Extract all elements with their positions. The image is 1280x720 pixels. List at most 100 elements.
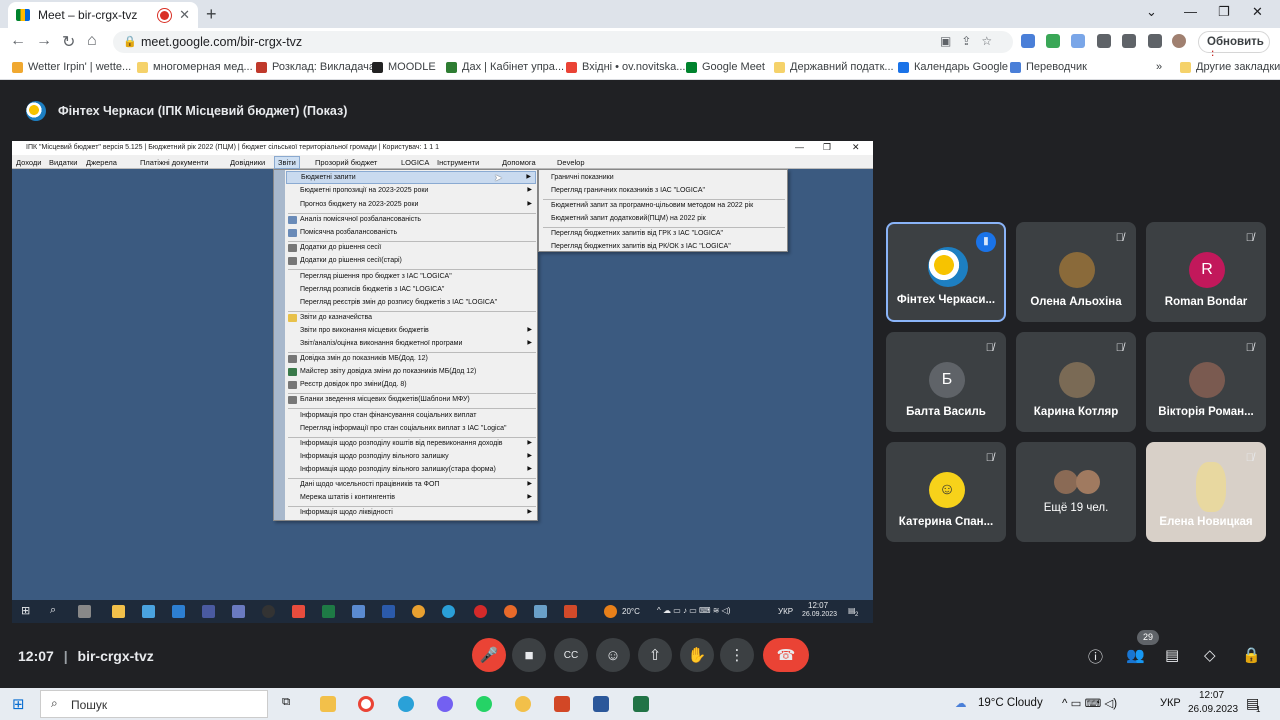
mic-off-icon: 🎙̸ bbox=[1245, 342, 1254, 354]
bookmark-item[interactable]: Дах | Кабінет упра... bbox=[446, 61, 564, 73]
participant-name: Олена Альохіна bbox=[1030, 296, 1122, 308]
more-options-button[interactable]: ⋮ bbox=[720, 638, 754, 672]
budget-requests-submenu: Граничні показники Перегляд граничних по… bbox=[538, 169, 788, 252]
presenter-logo-icon bbox=[26, 101, 46, 121]
app-menu-item: LOGICA bbox=[401, 158, 430, 167]
shared-start-icon: ⊞ bbox=[21, 605, 31, 617]
extension-icon[interactable] bbox=[1021, 34, 1035, 48]
bookmark-item[interactable]: Переводчик bbox=[1010, 61, 1087, 73]
menu-item: Майстер звіту довідка зміни до показникі… bbox=[286, 366, 536, 379]
menu-item: Дані щодо чисельності працівників та ФОП… bbox=[300, 481, 532, 488]
update-button[interactable]: Обновить ⋮ bbox=[1198, 31, 1270, 62]
file-explorer-icon[interactable] bbox=[320, 696, 336, 712]
raise-hand-button[interactable]: ✋ bbox=[680, 638, 714, 672]
tab-search-icon[interactable]: ⌄ bbox=[1146, 4, 1157, 20]
translate-extension-icon[interactable] bbox=[1071, 34, 1085, 48]
language-indicator[interactable]: УКР bbox=[1160, 697, 1181, 709]
bookmark-item[interactable]: Вхідні • ov.novitska... bbox=[566, 61, 685, 73]
chat-icon[interactable]: ▤ bbox=[1165, 646, 1179, 664]
maximize-icon[interactable]: ❐ bbox=[1218, 4, 1230, 20]
tab-title: Meet – bir-crgx-tvz bbox=[38, 8, 138, 22]
present-screen-icon: ⇧ bbox=[648, 647, 662, 664]
people-icon[interactable]: 👥 bbox=[1126, 646, 1145, 664]
participant-tile[interactable]: 🎙̸ ☺ Катерина Спан... bbox=[886, 442, 1006, 542]
close-tab-icon[interactable]: ✕ bbox=[179, 7, 190, 23]
bookmark-item[interactable]: Google Meet bbox=[686, 61, 765, 73]
browser-tab[interactable]: Meet – bir-crgx-tvz ✕ bbox=[8, 2, 198, 28]
participant-tile[interactable]: 🎙̸ Вікторія Роман... bbox=[1146, 332, 1266, 432]
clock-date[interactable]: 26.09.2023 bbox=[1188, 704, 1238, 715]
mic-toggle-button[interactable]: 🎤 bbox=[472, 638, 506, 672]
address-bar[interactable]: 🔒 meet.google.com/bir-crgx-tvz bbox=[113, 31, 1013, 53]
menu-item: Перегляд рішення про бюджет з ІАС "LOGIC… bbox=[300, 273, 452, 280]
puzzle-icon[interactable] bbox=[1097, 34, 1111, 48]
browser-tab-strip: Meet – bir-crgx-tvz ✕ + ⌄ — ❐ ✕ bbox=[0, 0, 1280, 28]
other-bookmarks[interactable]: Другие закладки bbox=[1180, 61, 1280, 73]
more-participants-tile[interactable]: Ещё 19 чел. bbox=[1016, 442, 1136, 542]
shared-app-icon bbox=[504, 605, 517, 618]
leave-call-button[interactable]: ☎ bbox=[763, 638, 809, 672]
host-controls-icon[interactable]: 🔒 bbox=[1242, 646, 1261, 664]
app-menu-item: Платіжні документи bbox=[140, 158, 209, 167]
shared-app-icon bbox=[112, 605, 125, 618]
new-tab-icon[interactable]: + bbox=[206, 4, 217, 25]
reactions-button[interactable]: ☺ bbox=[596, 638, 630, 672]
participant-tile[interactable]: 🎙̸ Олена Альохіна bbox=[1016, 222, 1136, 322]
participant-tile[interactable]: 🎙̸ Карина Котляр bbox=[1016, 332, 1136, 432]
bookmark-item[interactable]: Wetter Irpin' | wette... bbox=[12, 61, 131, 73]
more-vert-icon: ⋮ bbox=[729, 647, 745, 664]
shared-taskbar: ⊞ ⌕ 20°C ^ ☁ ▭ ♪ ▭ ⌨ ≋ ◁) УКР 12:07 26.0… bbox=[12, 600, 873, 623]
bookmark-item[interactable]: Календарь Google bbox=[898, 61, 1008, 73]
excel-icon[interactable] bbox=[633, 696, 649, 712]
menu-item: Перегляд розписів бюджетів з ІАС "LOGICA… bbox=[300, 286, 445, 293]
viber-icon[interactable] bbox=[437, 696, 453, 712]
participant-tile[interactable]: 🎙̸ R Roman Bondar bbox=[1146, 222, 1266, 322]
shared-app-icon bbox=[262, 605, 275, 618]
sidepanel-icon[interactable] bbox=[1148, 34, 1162, 48]
back-icon[interactable]: ← bbox=[10, 32, 26, 50]
omnibox-actions-icon[interactable]: ▣⇪☆ bbox=[940, 34, 1002, 48]
shared-app-icon bbox=[412, 605, 425, 618]
app-menu-item: Develop bbox=[557, 158, 585, 167]
taskbar-search[interactable]: ⌕ Пошук bbox=[40, 690, 268, 718]
activities-icon[interactable]: ◇ bbox=[1204, 646, 1216, 664]
tray-icons[interactable]: ^ ▭ ⌨ ◁) bbox=[1062, 696, 1117, 710]
speaking-indicator-icon: ⦀ bbox=[976, 232, 996, 252]
forward-icon[interactable]: → bbox=[36, 32, 52, 50]
app-icon[interactable] bbox=[515, 696, 531, 712]
captions-button[interactable]: CC bbox=[554, 638, 588, 672]
telegram-icon[interactable] bbox=[398, 696, 414, 712]
home-icon[interactable]: ⌂ bbox=[87, 32, 97, 50]
bookmark-item[interactable]: Розклад: Викладача bbox=[256, 61, 375, 73]
participant-name: Roman Bondar bbox=[1164, 296, 1248, 308]
meeting-details-icon[interactable]: ⓘ bbox=[1088, 646, 1103, 667]
bookmark-item[interactable]: MOODLE bbox=[372, 61, 436, 73]
profile-avatar[interactable] bbox=[1172, 34, 1186, 48]
chrome-icon[interactable] bbox=[358, 696, 374, 712]
windows-start-icon[interactable]: ⊞ bbox=[12, 695, 25, 713]
reload-icon[interactable]: ↻ bbox=[62, 32, 75, 52]
participant-name: Вікторія Роман... bbox=[1158, 406, 1254, 418]
extension-icon[interactable] bbox=[1046, 34, 1060, 48]
shared-app-icon bbox=[442, 605, 455, 618]
bookmark-item[interactable]: многомерная мед... bbox=[137, 61, 253, 73]
download-icon[interactable] bbox=[1122, 34, 1136, 48]
present-button[interactable]: ⇧ bbox=[638, 638, 672, 672]
minimize-icon[interactable]: — bbox=[1184, 4, 1197, 19]
participant-tile[interactable]: 🎙̸ Б Балта Василь bbox=[886, 332, 1006, 432]
bookmark-item[interactable]: Державний податк... bbox=[774, 61, 894, 73]
bookmarks-overflow-icon[interactable]: » bbox=[1156, 61, 1162, 73]
task-view-icon[interactable]: ⧉ bbox=[282, 696, 290, 709]
word-icon[interactable] bbox=[593, 696, 609, 712]
powerpoint-icon[interactable] bbox=[554, 696, 570, 712]
app-menu-item: Прозорий бюджет bbox=[315, 158, 378, 167]
camera-toggle-button[interactable]: ■ bbox=[512, 638, 546, 672]
participant-video-tile[interactable]: 🎙̸ Елена Новицкая bbox=[1146, 442, 1266, 542]
participant-tile[interactable]: ⦀ Фінтех Черкаси... bbox=[886, 222, 1006, 322]
close-window-icon[interactable]: ✕ bbox=[1252, 4, 1263, 20]
app-maximize-icon: ❐ bbox=[823, 142, 832, 152]
clock-time[interactable]: 12:07 bbox=[1199, 690, 1224, 701]
meet-controls: 12:07 | bir-crgx-tvz 🎤 ■ CC ☺ ⇧ ✋ ⋮ ☎ ⓘ … bbox=[0, 630, 1280, 688]
whatsapp-icon[interactable] bbox=[476, 696, 492, 712]
mic-off-icon: 🎙̸ bbox=[1115, 232, 1124, 244]
